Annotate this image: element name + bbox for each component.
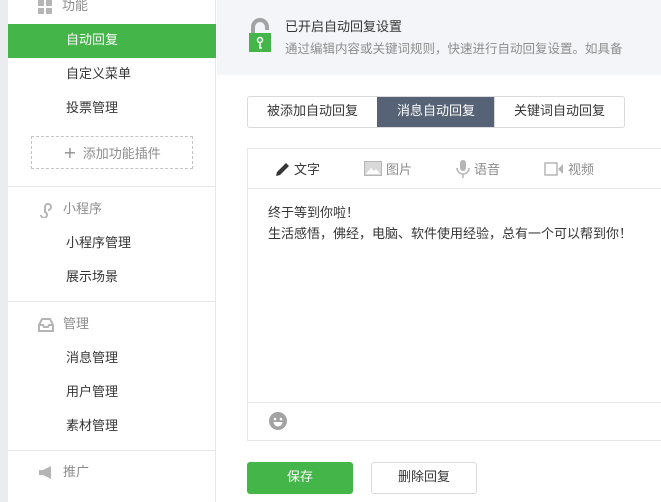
sidebar: 功能 自动回复 自定义菜单 投票管理 + 添加功能插件 小程序 小程序管理 展示… (8, 0, 216, 502)
sidebar-section-function: 功能 (38, 0, 88, 17)
left-edge (0, 0, 8, 502)
section-title: 小程序 (63, 202, 103, 217)
miniprogram-icon (40, 203, 52, 218)
save-button[interactable]: 保存 (247, 462, 353, 494)
reply-type-tabs: 被添加自动回复 消息自动回复 关键词自动回复 (247, 96, 626, 128)
section-title: 管理 (63, 317, 90, 332)
add-plugin-label: 添加功能插件 (82, 147, 161, 162)
sidebar-section-manage: 管理 (38, 315, 89, 335)
image-icon (364, 161, 383, 176)
reply-line: 终于等到你啦！ (268, 206, 360, 221)
tab-keyword-reply[interactable]: 关键词自动回复 (494, 97, 625, 127)
tool-label: 图片 (386, 163, 413, 178)
grid-icon (38, 0, 52, 14)
sidebar-section-promotion: 推广 (38, 463, 89, 483)
unlock-icon (249, 18, 271, 52)
tool-label: 视频 (568, 163, 595, 178)
section-title: 推广 (63, 465, 90, 480)
divider (8, 186, 216, 187)
divider (8, 301, 216, 302)
reply-line: 生活感悟，佛经，电脑、软件使用经验，总有一个可以帮到你！ (268, 227, 633, 242)
tool-label: 文字 (294, 163, 321, 178)
sidebar-item-miniprogram-manage[interactable]: 小程序管理 (8, 227, 216, 261)
sidebar-item-messages[interactable]: 消息管理 (8, 342, 216, 376)
editor-toolbar: 文字 图片 语音 视频 (248, 149, 661, 189)
section-title: 功能 (62, 0, 89, 14)
sidebar-item-display-scene[interactable]: 展示场景 (8, 261, 216, 295)
sidebar-item-users[interactable]: 用户管理 (8, 376, 216, 410)
sidebar-item-auto-reply[interactable]: 自动回复 (8, 24, 216, 58)
megaphone-icon (39, 466, 51, 479)
tab-message-reply[interactable]: 消息自动回复 (377, 97, 495, 127)
microphone-icon (456, 159, 470, 178)
reply-text-area[interactable]: 终于等到你啦！ 生活感悟，佛经，电脑、软件使用经验，总有一个可以帮到你！ (248, 189, 661, 259)
inbox-icon (38, 318, 54, 332)
tab-follow-reply[interactable]: 被添加自动回复 (248, 97, 378, 127)
status-banner: 已开启自动回复设置 通过编辑内容或关键词规则，快速进行自动回复设置。如具备 (217, 0, 661, 75)
delete-reply-button[interactable]: 删除回复 (371, 462, 477, 494)
plus-icon: + (63, 143, 77, 162)
tool-voice[interactable]: 语音 (456, 159, 500, 178)
pencil-icon (276, 162, 289, 176)
add-plugin-button[interactable]: + 添加功能插件 (31, 136, 193, 169)
tool-label: 语音 (474, 163, 501, 178)
editor-footer (248, 402, 661, 440)
main-content: 已开启自动回复设置 通过编辑内容或关键词规则，快速进行自动回复设置。如具备 被添… (217, 0, 661, 502)
sidebar-item-custom-menu[interactable]: 自定义菜单 (8, 58, 216, 92)
divider (8, 450, 216, 451)
banner-description: 通过编辑内容或关键词规则，快速进行自动回复设置。如具备 (285, 41, 623, 56)
tool-image[interactable]: 图片 (364, 159, 412, 178)
tool-video[interactable]: 视频 (544, 159, 594, 178)
banner-title: 已开启自动回复设置 (285, 20, 403, 35)
sidebar-item-vote[interactable]: 投票管理 (8, 92, 216, 126)
reply-editor: 文字 图片 语音 视频 终于等到你啦！ 生活感悟，佛经，电脑、软件使用经验，总有… (247, 148, 661, 441)
tool-text[interactable]: 文字 (274, 159, 320, 178)
emoji-icon[interactable] (268, 411, 288, 431)
sidebar-section-miniprogram: 小程序 (38, 200, 102, 220)
sidebar-item-materials[interactable]: 素材管理 (8, 410, 216, 444)
video-icon (544, 161, 564, 176)
